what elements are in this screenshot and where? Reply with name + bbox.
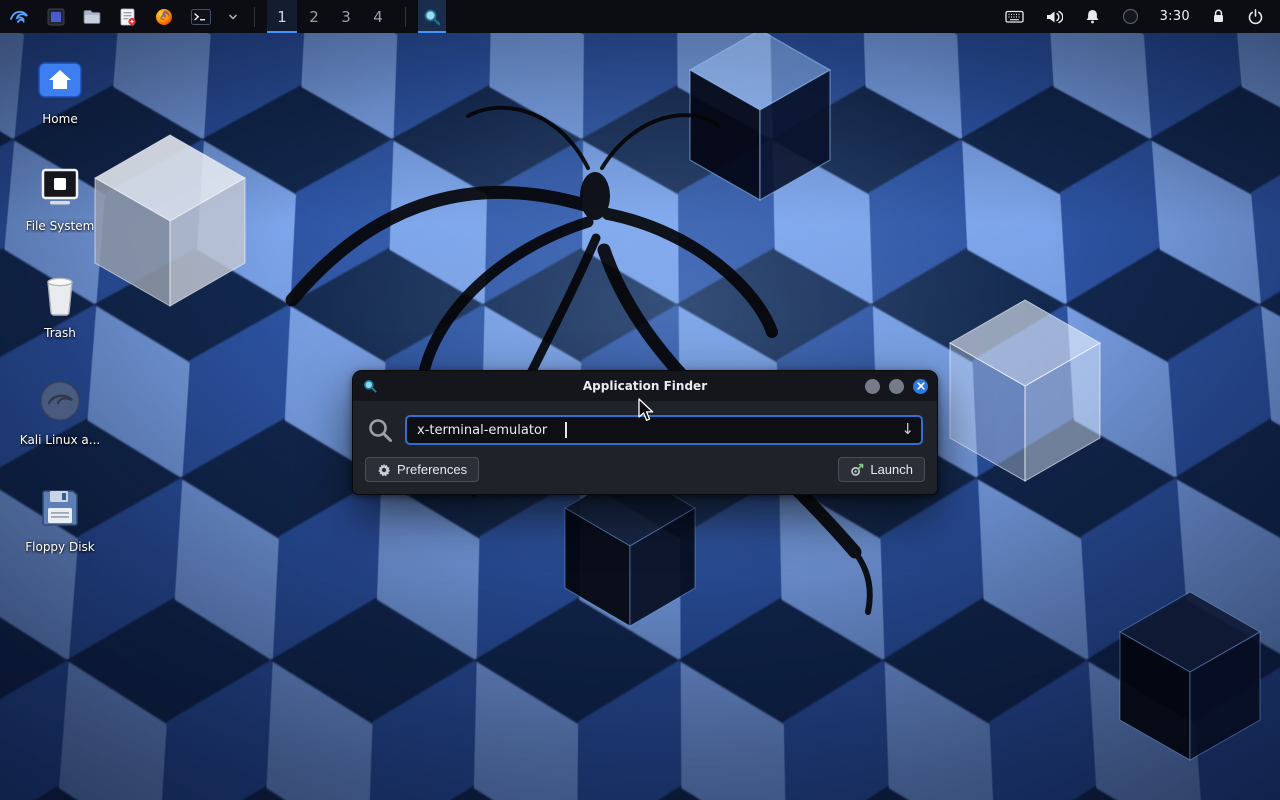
volume-button[interactable] [1041, 0, 1067, 33]
home-folder-icon [36, 56, 84, 104]
desktop-icon-file-system[interactable]: File System [8, 151, 112, 251]
desktop-icon-column: Home File System Trash [8, 44, 112, 579]
screen-lock-button[interactable] [1207, 0, 1230, 33]
keyboard-layout-button[interactable] [1001, 0, 1028, 33]
workspace-switcher: 1 2 3 4 [267, 0, 393, 33]
preferences-button[interactable]: Preferences [365, 457, 479, 482]
workspace-2[interactable]: 2 [299, 0, 329, 33]
desktop-icon-label: Trash [44, 326, 76, 340]
desktop-icon-home[interactable]: Home [8, 44, 112, 144]
keyboard-icon [1005, 9, 1024, 24]
kali-menu-button[interactable] [4, 0, 34, 33]
firefox-icon [154, 7, 174, 27]
maximize-button[interactable] [889, 379, 904, 394]
search-icon [367, 417, 394, 444]
dialog-buttons: Preferences Launch [363, 457, 927, 484]
launch-icon [850, 463, 864, 477]
minimize-button[interactable] [865, 379, 880, 394]
gear-icon [377, 463, 391, 477]
clock-button[interactable]: 3:30 [1156, 0, 1194, 33]
kali-logo-icon [8, 6, 30, 28]
desktop-icon-label: Floppy Disk [25, 540, 95, 554]
kali-docs-icon [36, 377, 84, 425]
power-icon [1247, 8, 1264, 25]
terminal-launcher[interactable] [186, 0, 216, 33]
window-controls [865, 379, 928, 394]
floppy-disk-icon [36, 484, 84, 532]
lock-icon [1211, 8, 1226, 25]
clock-label: 3:30 [1160, 9, 1190, 24]
close-button[interactable] [913, 379, 928, 394]
glass-cube-white-left [95, 135, 245, 306]
logout-button[interactable] [1243, 0, 1268, 33]
window-title: Application Finder [353, 379, 937, 393]
terminal-icon [190, 7, 212, 27]
glass-cube-black-top [690, 33, 830, 200]
desktop-icon-floppy-disk[interactable]: Floppy Disk [8, 472, 112, 572]
desktop-root: 1 2 3 4 [0, 0, 1280, 800]
close-icon [917, 382, 925, 390]
launch-label: Launch [870, 462, 913, 477]
desktop-icon-label: File System [26, 219, 95, 233]
trash-bin-icon [36, 270, 84, 318]
text-editor-icon [118, 7, 138, 27]
status-circle-button[interactable] [1118, 0, 1143, 33]
input-dropdown-arrow[interactable]: ↓ [901, 420, 914, 438]
workspace-3[interactable]: 3 [331, 0, 361, 33]
desktop-icon-label: Home [42, 112, 77, 126]
workspace-4[interactable]: 4 [363, 0, 393, 33]
app-finder-taskbar-button[interactable] [418, 0, 446, 33]
file-manager-icon [82, 7, 102, 27]
application-finder-window: Application Finder [352, 370, 938, 495]
app-finder-icon [422, 7, 442, 27]
file-manager-launcher[interactable] [78, 0, 106, 33]
search-input-wrap: ↓ [405, 415, 923, 445]
text-caret [565, 422, 567, 438]
window-app-icon [362, 378, 378, 394]
panel-tray: 3:30 [1001, 0, 1272, 33]
panel-separator [254, 7, 255, 27]
desktop-icon-trash[interactable]: Trash [8, 258, 112, 358]
mouse-pointer [637, 398, 657, 422]
file-system-drive-icon [36, 163, 84, 211]
launcher-dropdown-button[interactable] [224, 0, 242, 33]
workspace-1[interactable]: 1 [267, 0, 297, 33]
titlebar[interactable]: Application Finder [353, 371, 937, 401]
preferences-label: Preferences [397, 462, 467, 477]
search-input[interactable] [405, 415, 923, 445]
panel-separator [405, 7, 406, 27]
bell-icon [1084, 8, 1101, 25]
window-manager-icon [46, 7, 66, 27]
launch-button[interactable]: Launch [838, 457, 925, 482]
window-manager-launcher[interactable] [42, 0, 70, 33]
panel-launchers: 1 2 3 4 [4, 0, 446, 33]
notifications-button[interactable] [1080, 0, 1105, 33]
text-editor-launcher[interactable] [114, 0, 142, 33]
volume-icon [1045, 9, 1063, 25]
firefox-launcher[interactable] [150, 0, 178, 33]
top-panel: 1 2 3 4 [0, 0, 1280, 33]
desktop-icon-kali-docs[interactable]: Kali Linux a... [8, 365, 112, 465]
desktop-icon-label: Kali Linux a... [20, 433, 100, 447]
glass-cube-black-bottomright [1120, 592, 1260, 760]
chevron-down-icon [228, 13, 238, 21]
status-circle-icon [1122, 8, 1139, 25]
glass-cube-white-right [950, 300, 1100, 481]
